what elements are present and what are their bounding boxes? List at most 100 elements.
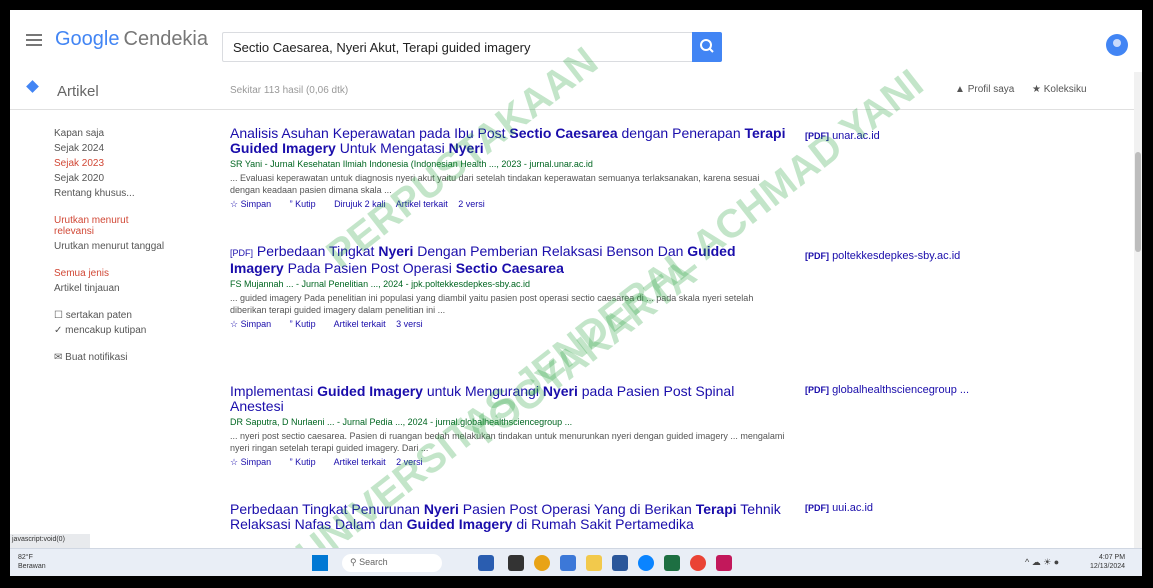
title-text: Pasien Post Operasi Yang di Berikan	[458, 501, 696, 517]
versions-link[interactable]: 2 versi	[396, 457, 423, 467]
related-link[interactable]: Artikel terkait	[396, 199, 448, 209]
weather-temp: 82°F	[18, 554, 33, 561]
scholar-header: Google Cendekia	[10, 10, 1142, 72]
logo-google: Google	[55, 28, 120, 50]
menu-icon[interactable]	[26, 34, 42, 46]
tab-articles[interactable]: Artikel	[57, 83, 99, 100]
cite-button[interactable]: ” Kutip	[290, 457, 324, 467]
search-box	[222, 32, 692, 62]
app-icon[interactable]	[508, 555, 524, 571]
cite-button[interactable]: ” Kutip	[290, 199, 324, 209]
pdf-source: uui.ac.id	[832, 502, 874, 514]
save-button[interactable]: ☆ Simpan	[230, 319, 279, 329]
title-highlight: Guided Imagery	[317, 383, 423, 399]
pdf-source: unar.ac.id	[832, 130, 880, 142]
title-highlight: Nyeri	[378, 243, 414, 259]
type-all[interactable]: Semua jenis	[54, 268, 224, 279]
type-review[interactable]: Artikel tinjauan	[54, 283, 224, 294]
filter-any-time[interactable]: Kapan saja	[54, 128, 224, 139]
versions-link[interactable]: 3 versi	[396, 319, 423, 329]
save-button[interactable]: ☆ Simpan	[230, 457, 279, 467]
result-title[interactable]: Analisis Asuhan Keperawatan pada Ibu Pos…	[230, 126, 790, 156]
account-avatar[interactable]	[1106, 34, 1128, 56]
app-icon[interactable]	[716, 555, 732, 571]
profile-link[interactable]: ▲ Profil saya	[955, 84, 1014, 95]
pdf-link[interactable]: [PDF] globalhealthsciencegroup ...	[805, 384, 969, 396]
pdf-link[interactable]: [PDF] poltekkesdepkes-sby.ac.id	[805, 250, 960, 262]
system-tray[interactable]: ^ ☁ ☀ ●	[1025, 557, 1059, 568]
scroll-thumb[interactable]	[1135, 152, 1141, 252]
save-button[interactable]: ☆ Simpan	[230, 199, 279, 209]
create-alert-label: Buat notifikasi	[65, 352, 128, 363]
weather-desc: Berawan	[18, 563, 46, 570]
clock-time: 4:07 PM	[1098, 554, 1126, 561]
sort-relevance[interactable]: Urutkan menurut relevansi	[54, 215, 134, 237]
library-link[interactable]: ★ Koleksiku	[1032, 84, 1087, 95]
sort-date[interactable]: Urutkan menurut tanggal	[54, 241, 224, 252]
result-item: Analisis Asuhan Keperawatan pada Ibu Pos…	[230, 126, 790, 210]
cite-label: Kutip	[295, 457, 316, 467]
save-label: Simpan	[240, 199, 272, 209]
title-text: Untuk Mengatasi	[335, 140, 449, 156]
app-icon[interactable]	[478, 555, 494, 571]
create-alert-button[interactable]: ✉ Buat notifikasi	[54, 352, 224, 363]
title-highlight: Nyeri	[423, 501, 459, 517]
result-item: Perbedaan Tingkat Penurunan Nyeri Pasien…	[230, 502, 790, 532]
profile-label: Profil saya	[967, 84, 1015, 95]
result-meta: SR Yani - Jurnal Kesehatan Ilmiah Indone…	[230, 159, 593, 169]
filter-since-2024[interactable]: Sejak 2024	[54, 143, 224, 154]
scholar-diamond-icon	[26, 80, 39, 93]
title-highlight: Sectio Caesarea	[509, 125, 618, 141]
app-icon[interactable]	[664, 555, 680, 571]
save-label: Simpan	[240, 319, 272, 329]
pdf-tag: [PDF]	[805, 385, 829, 395]
pdf-link[interactable]: [PDF] uui.ac.id	[805, 502, 873, 514]
pdf-tag: [PDF]	[805, 503, 829, 513]
save-label: Simpan	[240, 457, 272, 467]
app-icon[interactable]	[560, 555, 576, 571]
cited-by-link[interactable]: Dirujuk 2 kali	[334, 199, 386, 209]
weather-widget[interactable]: 82°F Berawan	[18, 553, 46, 571]
result-snippet: ... Evaluasi keperawatan untuk diagnosis…	[230, 173, 760, 195]
include-citations-checkbox[interactable]: ✓ mencakup kutipan	[54, 325, 224, 336]
sub-header: Artikel Sekitar 113 hasil (0,06 dtk) ▲ P…	[10, 72, 1134, 110]
folder-icon[interactable]	[586, 555, 602, 571]
pdf-tag: [PDF]	[805, 251, 829, 261]
browser-window: GoogleCendekia Artikel Sekitar 113 hasil…	[10, 10, 1142, 576]
search-icon	[700, 39, 714, 53]
include-patents-checkbox[interactable]: ☐ sertakan paten	[54, 310, 224, 321]
cite-button[interactable]: ” Kutip	[290, 319, 324, 329]
result-title[interactable]: Implementasi Guided Imagery untuk Mengur…	[230, 384, 790, 414]
clock[interactable]: 4:07 PM 12/13/2024	[1090, 553, 1125, 571]
search-button[interactable]	[692, 32, 722, 62]
include-citations-label: mencakup kutipan	[65, 325, 147, 336]
result-item: [PDF] Perbedaan Tingkat Nyeri Dengan Pem…	[230, 244, 790, 330]
filter-custom-range[interactable]: Rentang khusus...	[54, 188, 224, 199]
related-link[interactable]: Artikel terkait	[334, 457, 386, 467]
result-meta: FS Mujannah ... - Jurnal Penelitian ...,…	[230, 279, 530, 289]
browser-icon[interactable]	[690, 555, 706, 571]
windows-start-icon[interactable]	[312, 555, 328, 571]
filter-since-2023[interactable]: Sejak 2023	[54, 158, 224, 169]
cite-label: Kutip	[295, 199, 316, 209]
related-link[interactable]: Artikel terkait	[334, 319, 386, 329]
search-input[interactable]	[223, 33, 692, 61]
library-label: Koleksiku	[1043, 84, 1087, 95]
chrome-icon[interactable]	[534, 555, 550, 571]
title-highlight: Guided Imagery	[406, 516, 513, 532]
scrollbar[interactable]	[1134, 72, 1142, 576]
title-text: Analisis Asuhan Keperawatan pada Ibu Pos…	[230, 125, 510, 141]
result-actions: ☆ Simpan ” Kutip Artikel terkait 3 versi	[230, 319, 790, 330]
scholar-logo[interactable]: Google Cendekia	[55, 28, 208, 51]
title-text: Perbedaan Tingkat Penurunan	[230, 501, 424, 517]
filter-since-2020[interactable]: Sejak 2020	[54, 173, 224, 184]
edge-icon[interactable]	[638, 555, 654, 571]
pdf-source: globalhealthsciencegroup ...	[832, 384, 970, 396]
result-title[interactable]: [PDF] Perbedaan Tingkat Nyeri Dengan Pem…	[230, 244, 790, 276]
pdf-link[interactable]: [PDF] unar.ac.id	[805, 130, 880, 142]
result-actions: ☆ Simpan ” Kutip Dirujuk 2 kali Artikel …	[230, 199, 790, 210]
versions-link[interactable]: 2 versi	[458, 199, 485, 209]
result-title[interactable]: Perbedaan Tingkat Penurunan Nyeri Pasien…	[230, 502, 790, 532]
word-icon[interactable]	[612, 555, 628, 571]
taskbar-search[interactable]: ⚲ Search	[342, 554, 442, 572]
